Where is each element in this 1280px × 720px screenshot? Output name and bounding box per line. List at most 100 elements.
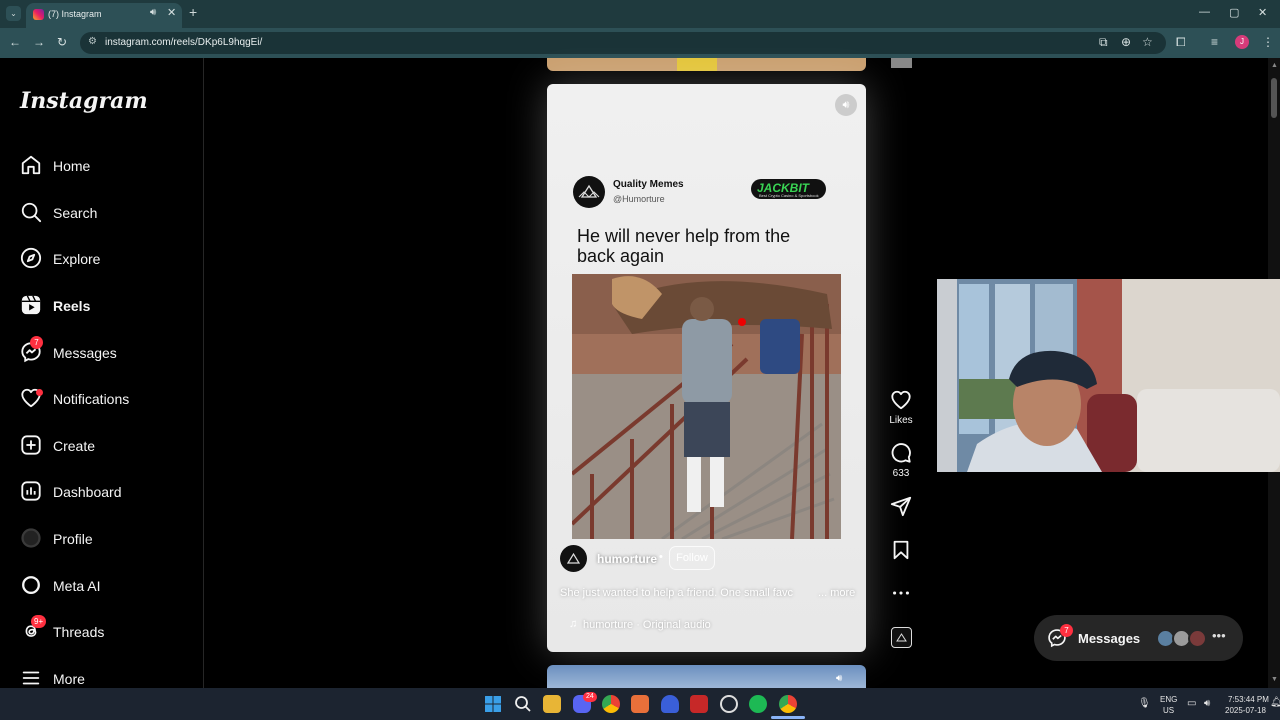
comment-icon[interactable] (890, 442, 912, 464)
previous-reel-preview[interactable] (547, 58, 866, 71)
sidebar-item-label: Meta AI (53, 578, 101, 594)
messages-pill-label: Messages (1078, 631, 1141, 646)
webcam-scene-image (937, 279, 1280, 472)
clock-time[interactable]: 7:53:44 PM (1228, 695, 1269, 704)
stairs-scene-image (572, 274, 841, 539)
original-audio-thumbnail[interactable] (891, 627, 912, 648)
follow-button[interactable]: Follow (669, 546, 715, 570)
reload-icon[interactable]: ↻ (57, 35, 67, 49)
hamburger-icon (22, 671, 40, 685)
instagram-favicon-icon (33, 9, 44, 20)
previous-reel-audio-thumbnail[interactable] (891, 58, 912, 68)
more-options-icon[interactable] (890, 582, 912, 604)
discord-badge: 24 (583, 692, 597, 702)
reel-audio-link[interactable]: humorture · Original audio (583, 619, 711, 631)
media-controls-icon[interactable]: ≡ (1211, 35, 1218, 49)
extensions-icon[interactable]: ⧠ (1176, 35, 1186, 50)
reel-player[interactable]: 🔊︎ Quality Memes @Humorture JACKBIT Best… (547, 84, 866, 652)
save-bookmark-icon[interactable] (890, 539, 912, 561)
reel-creator-username[interactable]: humorture (597, 552, 657, 566)
browser-tab-instagram[interactable]: (7) Instagram 🔊︎ ✕ (26, 3, 182, 28)
url-text[interactable]: instagram.com/reels/DKp6L9hqgEi/ (105, 37, 262, 48)
sidebar-item-search[interactable]: Search (20, 201, 200, 227)
microphone-icon[interactable]: 🎙︎ (1138, 698, 1151, 709)
active-app-indicator (771, 716, 805, 719)
forward-arrow-icon[interactable]: → (33, 35, 45, 49)
reels-icon (21, 295, 41, 315)
sidebar-item-profile[interactable]: Profile (20, 527, 200, 553)
scrollbar-thumb[interactable] (1271, 78, 1277, 118)
search-icon (21, 202, 42, 223)
sidebar-item-home[interactable]: Home (20, 154, 200, 180)
messages-floating-button[interactable]: 7 Messages ••• (1034, 615, 1243, 661)
like-heart-icon[interactable] (890, 389, 912, 411)
bookmark-star-icon[interactable]: ☆ (1142, 35, 1153, 49)
back-arrow-icon[interactable]: ← (9, 35, 21, 49)
zoom-icon[interactable]: ⊕ (1121, 35, 1131, 49)
reel-creator-avatar[interactable] (560, 545, 587, 572)
browser-app-icon[interactable] (661, 695, 679, 713)
maximize-button[interactable]: ▢ (1229, 6, 1239, 19)
file-explorer-icon[interactable] (543, 695, 561, 713)
scroll-down-arrow-icon[interactable]: ▼ (1271, 676, 1278, 683)
windows-start-icon[interactable] (484, 695, 502, 713)
language-bottom[interactable]: US (1163, 706, 1174, 715)
previous-reel-thumbnail (677, 58, 717, 71)
sidebar-item-label: Profile (53, 531, 93, 547)
chrome-profile-icon[interactable] (779, 695, 797, 713)
browser-profile-avatar[interactable]: J (1235, 35, 1249, 49)
sidebar-item-label: Notifications (53, 391, 130, 407)
sidebar-item-create[interactable]: Create (20, 434, 200, 460)
plus-square-icon (21, 435, 41, 455)
network-icon[interactable]: ▭ (1187, 698, 1196, 709)
scroll-up-arrow-icon[interactable]: ▲ (1271, 62, 1278, 69)
separator-dot: • (659, 551, 663, 563)
language-top[interactable]: ENG (1160, 695, 1177, 704)
conversation-avatar[interactable] (1188, 629, 1207, 648)
compass-icon (20, 247, 42, 269)
volume-icon[interactable]: 🔊︎ (1204, 698, 1210, 709)
meta-ai-icon (22, 576, 40, 594)
spotify-icon[interactable] (749, 695, 767, 713)
browser-toolbar: ← → ↻ ⚙ instagram.com/reels/DKp6L9hqgEi/… (0, 28, 1280, 58)
clock-date[interactable]: 2025-07-18 (1225, 706, 1266, 715)
sidebar-item-explore[interactable]: Explore (20, 247, 200, 273)
chrome-icon[interactable] (602, 695, 620, 713)
sidebar-item-notifications[interactable]: Notifications (20, 387, 200, 413)
windows-taskbar: 24 🎙︎ ENG US ▭ 🔊︎ 7:53:44 PM 2025-07-18 … (0, 688, 1280, 720)
sidebar-item-messages[interactable]: 7 Messages (20, 336, 200, 367)
meme-caption: He will never help from the back again (577, 226, 791, 266)
browser-tab-bar: ⌄ (7) Instagram 🔊︎ ✕ + — ▢ ✕ (0, 0, 1280, 28)
sidebar-item-threads[interactable]: 9+ Threads (20, 615, 200, 646)
new-tab-button[interactable]: + (189, 4, 197, 20)
sidebar-item-meta-ai[interactable]: Meta AI (20, 574, 200, 600)
tab-close-icon[interactable]: ✕ (167, 6, 176, 19)
address-bar[interactable]: ⚙ instagram.com/reels/DKp6L9hqgEi/ (80, 32, 1166, 54)
next-reel-mute-icon[interactable]: 🔊︎ (836, 673, 842, 684)
share-send-icon[interactable] (890, 495, 912, 517)
next-reel-preview[interactable]: 🔊︎ (547, 665, 866, 688)
tab-audio-icon[interactable]: 🔊︎ (150, 7, 156, 18)
reel-video-frame[interactable] (572, 274, 841, 539)
notification-bell-icon[interactable]: 🔔︎ (1270, 697, 1280, 708)
sidebar-item-dashboard[interactable]: Dashboard (20, 480, 200, 506)
tab-search-button[interactable]: ⌄ (6, 6, 21, 21)
messages-badge: 7 (30, 336, 43, 349)
app-launcher-icon[interactable] (631, 695, 649, 713)
sidebar-item-reels[interactable]: Reels (20, 294, 200, 320)
instagram-logo[interactable]: Instagram (20, 88, 148, 114)
more-link[interactable]: ... more (818, 587, 855, 599)
minimize-button[interactable]: — (1199, 6, 1210, 18)
sidebar-item-label: Reels (53, 298, 91, 314)
install-app-icon[interactable]: ⧉ (1099, 35, 1108, 50)
browser-menu-icon[interactable]: ⋮ (1262, 35, 1274, 49)
obs-icon[interactable] (720, 695, 738, 713)
news-app-icon[interactable] (690, 695, 708, 713)
notifications-dot (36, 389, 43, 396)
site-info-icon[interactable]: ⚙ (88, 36, 97, 47)
profile-avatar (21, 528, 41, 548)
taskbar-search-icon[interactable] (514, 695, 532, 713)
mute-toggle-icon[interactable]: 🔊︎ (835, 94, 857, 116)
more-conversations-icon[interactable]: ••• (1212, 628, 1226, 643)
window-close-button[interactable]: ✕ (1258, 6, 1267, 19)
